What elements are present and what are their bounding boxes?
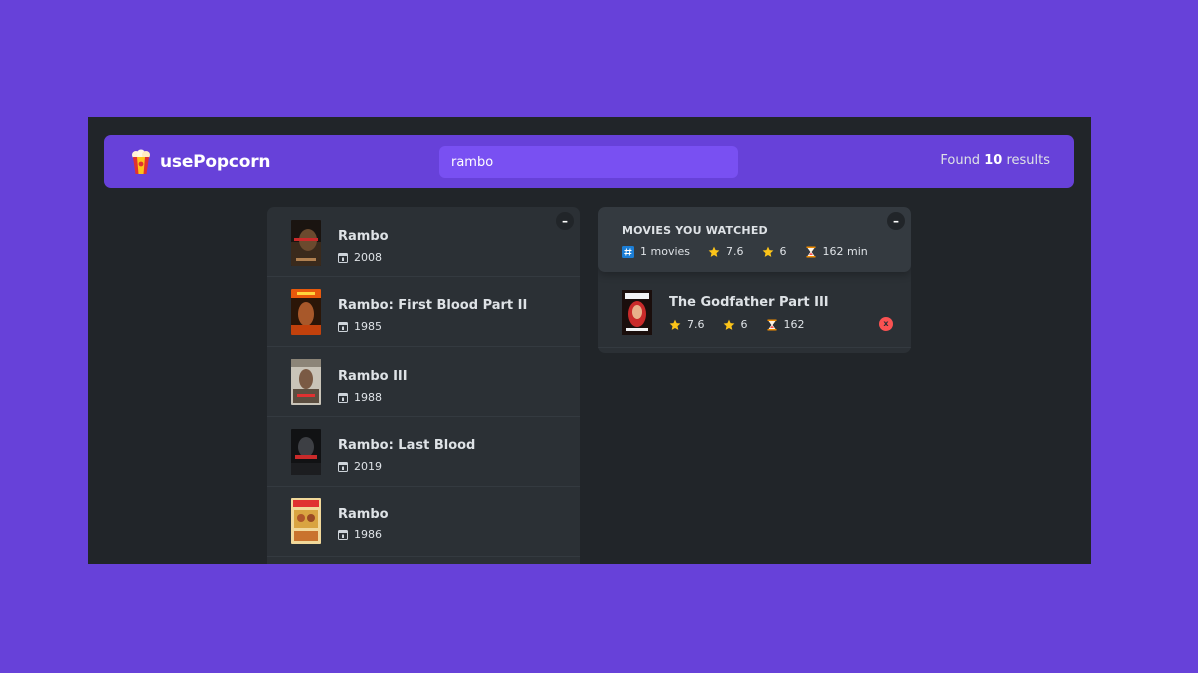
movie-list-item[interactable]: Rambo: Last Blood 2019 bbox=[267, 417, 580, 487]
movie-list-item[interactable]: Rambo 1986 bbox=[267, 487, 580, 557]
movie-list-item[interactable]: Rambo III 1988 bbox=[267, 347, 580, 417]
stat-imdb-rating: 7.6 bbox=[708, 245, 744, 258]
watched-box: – MOVIES YOU WATCHED 1 movies 7.6 6 162 … bbox=[598, 207, 911, 353]
rambo-first-blood-2-poster bbox=[291, 289, 321, 335]
calendar-icon bbox=[338, 393, 348, 403]
movie-year: 2019 bbox=[338, 460, 382, 473]
stat-runtime: 162 min bbox=[805, 245, 868, 258]
watched-movie-title: The Godfather Part III bbox=[669, 295, 829, 310]
movie-title: Rambo bbox=[338, 229, 389, 244]
collapse-watched-button[interactable]: – bbox=[887, 212, 905, 230]
results-prefix: Found bbox=[940, 153, 981, 168]
runtime: 162 bbox=[783, 318, 805, 331]
calendar-icon bbox=[338, 322, 348, 332]
movie-year: 1985 bbox=[338, 320, 382, 333]
watched-list-item: The Godfather Part III 7.6 6 162 x bbox=[598, 278, 911, 348]
star-icon bbox=[708, 246, 720, 257]
summary-heading: MOVIES YOU WATCHED bbox=[622, 224, 768, 237]
calendar-icon bbox=[338, 253, 348, 263]
avg-imdb: 7.6 bbox=[726, 245, 744, 258]
movie-list: Rambo 2008 Rambo: First Blood Part II 19… bbox=[267, 207, 580, 557]
watched-summary: MOVIES YOU WATCHED 1 movies 7.6 6 162 mi… bbox=[598, 207, 911, 272]
calendar-icon bbox=[338, 530, 348, 540]
movie-year: 1986 bbox=[338, 528, 382, 541]
app-window: usePopcorn Found 10 results – bbox=[88, 117, 1091, 564]
results-suffix: results bbox=[1006, 153, 1050, 168]
movie-year-value: 1986 bbox=[354, 528, 382, 541]
star-icon bbox=[762, 246, 773, 257]
logo: usePopcorn bbox=[130, 149, 271, 175]
rambo-2008-poster bbox=[291, 220, 321, 266]
movie-year: 1988 bbox=[338, 391, 382, 404]
rambo-last-blood-poster bbox=[291, 429, 321, 475]
calendar-icon bbox=[338, 462, 348, 472]
movie-list-item[interactable]: Rambo: First Blood Part II 1985 bbox=[267, 277, 580, 347]
app-title: usePopcorn bbox=[160, 152, 271, 172]
movie-year: 2008 bbox=[338, 251, 382, 264]
results-number: 10 bbox=[984, 153, 1003, 168]
movie-title: Rambo bbox=[338, 507, 389, 522]
stat-num-movies: 1 movies bbox=[622, 245, 690, 258]
star-icon bbox=[723, 319, 734, 330]
navbar: usePopcorn Found 10 results bbox=[104, 135, 1074, 188]
movie-title: Rambo: First Blood Part II bbox=[338, 298, 528, 313]
watched-movie-stats: 7.6 6 162 bbox=[669, 318, 823, 331]
search-results-box: – Rambo 2008 Rambo: First Blood Part II … bbox=[267, 207, 580, 564]
imdb-rating: 7.6 bbox=[687, 318, 705, 331]
stat-runtime: 162 bbox=[766, 318, 805, 331]
rambo-1986-poster bbox=[291, 498, 321, 544]
search-input[interactable] bbox=[439, 146, 738, 178]
hash-icon bbox=[622, 245, 634, 258]
results-count: Found 10 results bbox=[940, 153, 1050, 168]
hourglass-icon bbox=[806, 246, 816, 257]
stat-user-rating: 6 bbox=[762, 245, 787, 258]
movie-list-item[interactable]: Rambo 2008 bbox=[267, 207, 580, 277]
movie-year-value: 1988 bbox=[354, 391, 382, 404]
avg-user-rating: 6 bbox=[779, 245, 787, 258]
rambo-3-poster bbox=[291, 359, 321, 405]
popcorn-icon bbox=[132, 149, 150, 174]
collapse-results-button[interactable]: – bbox=[556, 212, 574, 230]
stat-user-rating: 6 bbox=[723, 318, 748, 331]
movie-year-value: 1985 bbox=[354, 320, 382, 333]
movie-title: Rambo: Last Blood bbox=[338, 438, 476, 453]
summary-stats: 1 movies 7.6 6 162 min bbox=[622, 245, 868, 258]
num-movies: 1 movies bbox=[640, 245, 691, 258]
movie-title: Rambo III bbox=[338, 369, 408, 384]
avg-runtime: 162 min bbox=[822, 245, 868, 258]
hourglass-icon bbox=[767, 319, 776, 330]
stat-imdb-rating: 7.6 bbox=[669, 318, 705, 331]
movie-year-value: 2008 bbox=[354, 251, 382, 264]
godfather-3-poster bbox=[622, 290, 652, 335]
delete-watched-button[interactable]: x bbox=[879, 317, 893, 331]
user-rating: 6 bbox=[740, 318, 748, 331]
movie-year-value: 2019 bbox=[354, 460, 382, 473]
star-icon bbox=[669, 319, 681, 330]
